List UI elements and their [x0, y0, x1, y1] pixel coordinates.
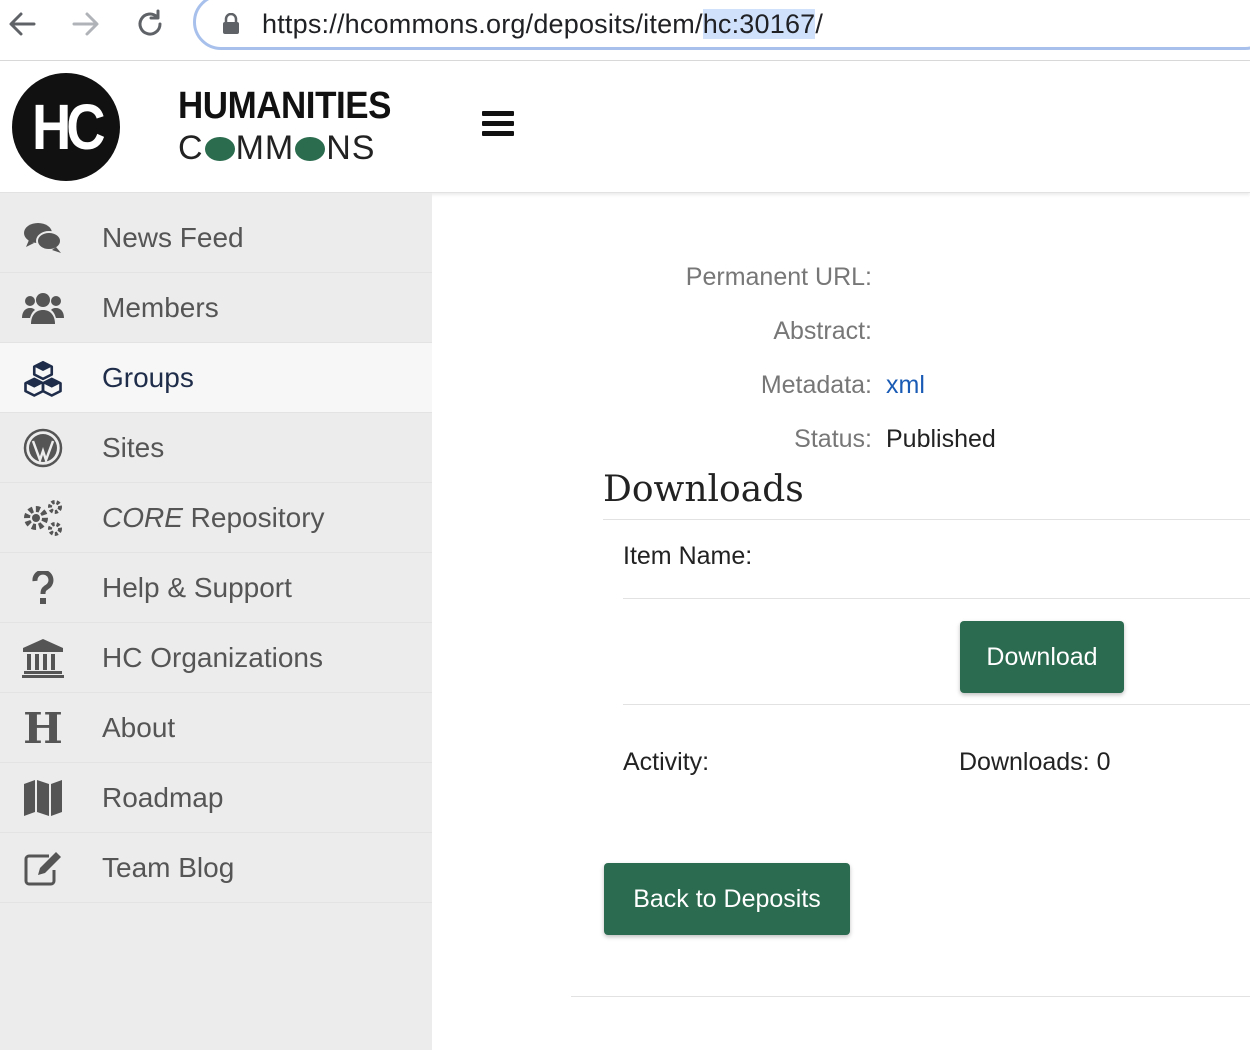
forward-arrow-icon[interactable] — [70, 8, 102, 40]
sidebar-item-sites[interactable]: Sites — [0, 413, 432, 483]
divider — [603, 519, 1250, 520]
divider — [623, 704, 1250, 705]
permanent-url-row: Permanent URL: — [432, 263, 1250, 303]
item-name-label: Item Name: — [623, 542, 753, 570]
brand-title-bottom[interactable]: C MM NS — [178, 129, 375, 168]
sidebar-item-label: Groups — [102, 361, 194, 393]
sidebar-item-team-blog[interactable]: Team Blog — [0, 833, 432, 903]
gears-icon — [22, 497, 64, 539]
speech-bubble-icon — [295, 137, 326, 161]
status-value: Published — [886, 425, 996, 453]
users-icon — [22, 287, 64, 329]
hc-logo[interactable]: HC — [12, 73, 120, 181]
sidebar-item-hc-organizations[interactable]: HC Organizations — [0, 623, 432, 693]
abstract-row: Abstract: — [432, 317, 1250, 357]
sidebar-item-roadmap[interactable]: Roadmap — [0, 763, 432, 833]
sidebar-item-label: Sites — [102, 431, 165, 463]
downloads-heading: Downloads — [603, 469, 804, 510]
sidebar-item-about[interactable]: H About — [0, 693, 432, 763]
sidebar-item-label: Roadmap — [102, 781, 224, 813]
sidebar-item-members[interactable]: Members — [0, 273, 432, 343]
activity-label: Activity: — [623, 748, 710, 776]
deposit-main-content: Permanent URL: Abstract: Metadata: xml S… — [432, 193, 1250, 1050]
divider — [571, 996, 1250, 997]
sidebar-item-label: Members — [102, 291, 219, 323]
metadata-xml-link[interactable]: xml — [886, 371, 925, 400]
back-arrow-icon[interactable] — [6, 8, 38, 40]
comments-icon — [22, 217, 64, 259]
h-letter-icon: H — [22, 707, 64, 749]
svg-text:H: H — [23, 708, 63, 748]
browser-toolbar: https://hcommons.org/deposits/item/hc:30… — [0, 0, 1250, 61]
url-highlight: hc:30167 — [702, 9, 816, 39]
institution-icon — [22, 637, 64, 679]
sidebar-item-label: About — [102, 711, 176, 743]
sidebar-item-label: CORE Repository — [102, 501, 325, 533]
sidebar-item-news-feed[interactable]: News Feed — [0, 203, 432, 273]
cubes-icon — [22, 357, 64, 399]
sidebar-item-label: Help & Support — [102, 571, 292, 603]
status-row: Status: Published — [432, 425, 1250, 465]
metadata-row: Metadata: xml — [432, 371, 1250, 411]
sidebar-item-core-repository[interactable]: CORE Repository — [0, 483, 432, 553]
downloads-count: Downloads: 0 — [959, 748, 1111, 776]
map-icon — [22, 777, 64, 819]
url-text[interactable]: https://hcommons.org/deposits/item/hc:30… — [262, 6, 823, 42]
back-to-deposits-button[interactable]: Back to Deposits — [604, 863, 850, 935]
question-icon — [22, 567, 64, 609]
sidebar: News Feed Members Groups Sites CORE Repo… — [0, 193, 432, 1050]
download-button[interactable]: Download — [960, 621, 1124, 693]
sidebar-item-label: Team Blog — [102, 851, 235, 883]
sidebar-item-label: News Feed — [102, 221, 244, 253]
lock-icon — [222, 12, 240, 35]
sidebar-item-help-support[interactable]: Help & Support — [0, 553, 432, 623]
edit-icon — [22, 847, 64, 889]
divider — [623, 598, 1250, 599]
speech-bubble-icon — [204, 137, 235, 161]
wordpress-icon — [22, 427, 64, 469]
sidebar-item-groups[interactable]: Groups — [0, 343, 432, 413]
sidebar-item-label: HC Organizations — [102, 641, 323, 673]
site-header: HC HUMANITIES C MM NS — [0, 61, 1250, 193]
abstract-label: Abstract: — [773, 317, 872, 345]
reload-icon[interactable] — [134, 8, 166, 40]
metadata-label: Metadata: — [760, 371, 872, 399]
status-label: Status: — [794, 425, 872, 453]
permanent-url-label: Permanent URL: — [685, 263, 872, 291]
brand-title-top[interactable]: HUMANITIES — [178, 85, 391, 128]
hamburger-menu-icon[interactable] — [482, 111, 514, 139]
